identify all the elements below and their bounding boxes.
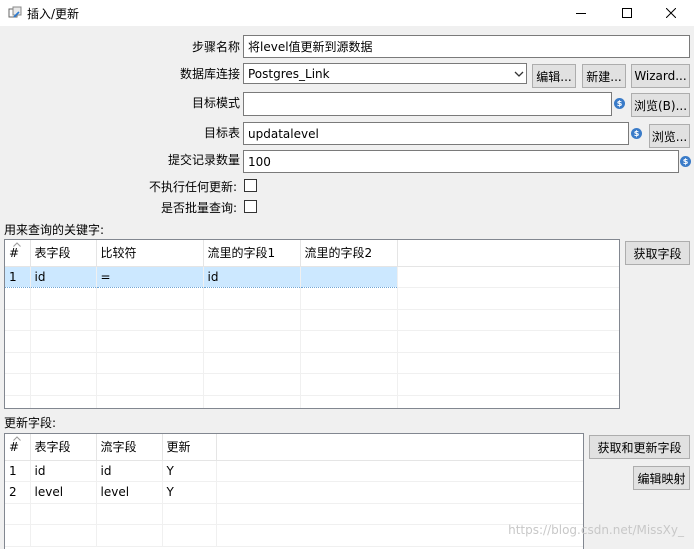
table-row[interactable] <box>5 503 583 526</box>
target-table-input[interactable]: updatalevel <box>243 122 629 145</box>
get-key-fields-button[interactable]: 获取字段 <box>625 241 690 265</box>
step-name-label: 步骤名称 <box>191 40 240 54</box>
batch-query-checkbox[interactable] <box>244 200 257 213</box>
table-row[interactable] <box>5 330 619 353</box>
new-connection-button[interactable]: 新建... <box>582 64 626 88</box>
column-header[interactable]: 表字段 <box>30 240 97 267</box>
title-bar: 插入/更新 <box>0 0 694 26</box>
window-title: 插入/更新 <box>27 7 80 21</box>
table-cell[interactable]: Y <box>162 460 217 483</box>
column-header[interactable]: 流里的字段2 <box>300 240 398 267</box>
update-section-label: 更新字段: <box>4 416 57 430</box>
table-cell[interactable]: = <box>96 265 204 289</box>
table-row[interactable] <box>5 352 619 375</box>
batch-query-label: 是否批量查询: <box>160 201 237 215</box>
column-header-spacer <box>216 434 583 461</box>
sort-up-icon <box>13 242 21 247</box>
key-section-label: 用来查询的关键字: <box>4 223 105 237</box>
db-connection-value: Postgres_Link <box>248 66 330 81</box>
get-update-fields-button[interactable]: 获取和更新字段 <box>589 435 690 459</box>
edit-mapping-button[interactable]: 编辑映射 <box>633 466 690 490</box>
column-header-spacer <box>397 240 619 267</box>
table-row[interactable]: 1 id id Y <box>5 460 583 483</box>
key-fields-table[interactable]: # 表字段 比较符 流里的字段1 流里的字段2 1 id = id <box>4 239 620 409</box>
table-cell[interactable]: level <box>96 481 163 504</box>
table-row[interactable] <box>5 287 619 310</box>
table-cell[interactable]: id <box>96 460 163 483</box>
browse-table-button[interactable]: 浏览... <box>649 124 690 148</box>
browse-schema-button[interactable]: 浏览(B)... <box>631 93 690 117</box>
target-table-label: 目标表 <box>203 126 240 140</box>
row-number: 1 <box>5 460 31 483</box>
update-fields-table[interactable]: # 表字段 流字段 更新 1 id id Y 2 level level Y <box>4 433 584 549</box>
db-connection-label: 数据库连接 <box>179 67 240 81</box>
close-icon <box>666 8 676 18</box>
table-header: # 表字段 比较符 流里的字段1 流里的字段2 <box>5 240 619 267</box>
watermark: https://blog.csdn.net/MissXy_ <box>508 523 684 537</box>
minimize-button[interactable] <box>558 0 604 26</box>
variable-icon: $ <box>614 98 625 109</box>
table-row[interactable]: 2 level level Y <box>5 481 583 504</box>
minimize-icon <box>576 13 586 14</box>
wizard-button[interactable]: Wizard... <box>631 64 690 88</box>
table-row[interactable] <box>5 395 619 408</box>
row-number: 1 <box>5 265 31 289</box>
column-header[interactable]: 比较符 <box>96 240 204 267</box>
db-connection-select[interactable]: Postgres_Link <box>243 63 527 84</box>
table-cell[interactable]: Y <box>162 481 217 504</box>
app-icon <box>8 6 22 18</box>
maximize-button[interactable] <box>604 0 650 26</box>
table-cell[interactable]: level <box>30 481 97 504</box>
column-header[interactable]: 流字段 <box>96 434 163 461</box>
row-number: 2 <box>5 481 31 504</box>
column-header[interactable]: 流里的字段1 <box>203 240 301 267</box>
column-header[interactable]: 表字段 <box>30 434 97 461</box>
table-cell[interactable] <box>300 265 398 289</box>
step-name-input[interactable]: 将level值更新到源数据 <box>243 35 690 58</box>
no-update-checkbox[interactable] <box>244 179 257 192</box>
target-schema-input[interactable] <box>243 92 612 116</box>
table-row[interactable]: 1 id = id <box>5 265 619 289</box>
table-cell[interactable]: id <box>203 265 301 289</box>
table-row[interactable] <box>5 309 619 332</box>
commit-size-input[interactable]: 100 <box>243 150 679 173</box>
table-cell[interactable]: id <box>30 460 97 483</box>
target-schema-label: 目标模式 <box>191 96 240 110</box>
maximize-icon <box>622 8 632 18</box>
table-row[interactable] <box>5 373 619 397</box>
table-header: # 表字段 流字段 更新 <box>5 434 583 461</box>
sort-up-icon <box>13 436 21 441</box>
edit-connection-button[interactable]: 编辑... <box>532 64 576 88</box>
no-update-label: 不执行任何更新: <box>148 180 237 194</box>
table-row[interactable] <box>5 524 583 547</box>
close-button[interactable] <box>648 0 694 26</box>
table-cell[interactable]: id <box>30 265 97 289</box>
column-header[interactable]: 更新 <box>162 434 217 461</box>
variable-icon: $ <box>631 128 642 139</box>
commit-size-label: 提交记录数量 <box>167 153 240 167</box>
chevron-down-icon <box>514 71 524 77</box>
variable-icon: $ <box>680 156 691 167</box>
